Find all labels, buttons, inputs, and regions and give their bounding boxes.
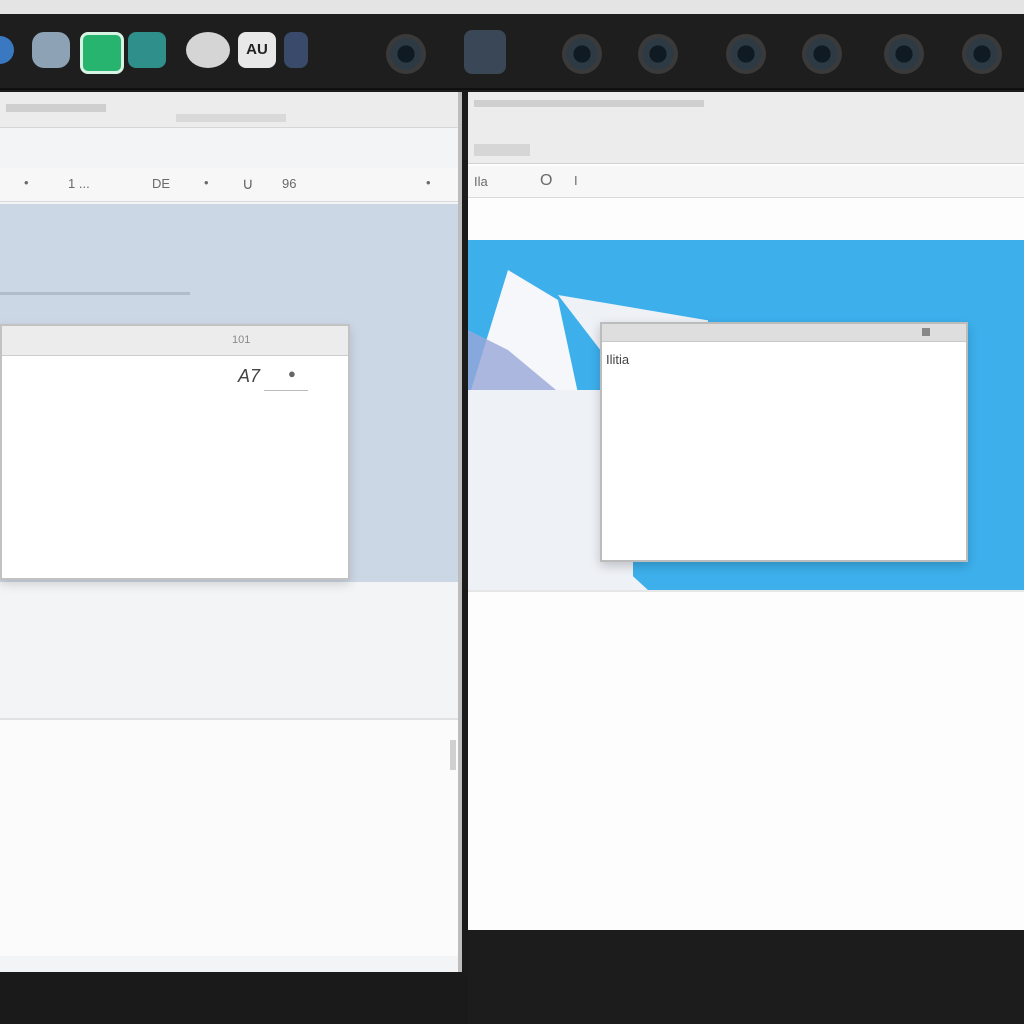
camera-icon[interactable] <box>884 34 924 74</box>
left-tab-title[interactable] <box>6 104 106 112</box>
scrollbar[interactable] <box>450 740 456 770</box>
right-window: Ila O I Ilitia <box>468 92 1024 932</box>
search-icon[interactable]: O <box>540 172 552 190</box>
disk-icon[interactable] <box>186 32 230 68</box>
toolbar-item-4[interactable]: 96 <box>282 176 296 191</box>
right-window-titlebar <box>468 92 1024 164</box>
camera-icon[interactable] <box>962 34 1002 74</box>
toolbar-item-1[interactable]: 1 ... <box>68 176 90 191</box>
photos-icon[interactable] <box>128 32 166 68</box>
right-bottom-bar <box>468 930 1024 1024</box>
left-lower-pane <box>0 718 458 956</box>
left-dialog-titlebar: 101 <box>2 326 348 356</box>
globe-icon[interactable] <box>0 36 14 64</box>
left-bottom-bar <box>0 972 468 1024</box>
camera-icon[interactable] <box>638 34 678 74</box>
dialog-glyph: A7 <box>238 366 261 386</box>
camera-icon[interactable] <box>562 34 602 74</box>
right-toolbar-item-3[interactable]: I <box>574 173 578 188</box>
pin-icon[interactable]: ● <box>288 366 296 381</box>
chat-icon[interactable] <box>80 32 124 74</box>
notes-icon[interactable]: AU <box>238 32 276 68</box>
toolbar-item-2[interactable]: DE <box>152 176 170 191</box>
menu-bar <box>0 0 1024 14</box>
camera-icon[interactable] <box>802 34 842 74</box>
right-toolbar-item-1[interactable]: Ila <box>474 174 488 189</box>
camera-icon[interactable] <box>726 34 766 74</box>
notes-icon-glyph: AU <box>246 41 268 58</box>
terminal-icon[interactable] <box>284 32 308 68</box>
dialog-label: 101 <box>232 334 251 346</box>
status-line <box>0 292 190 295</box>
left-dialog: 101 A7 ● <box>0 324 350 580</box>
dialog-divider <box>264 390 308 391</box>
tools-icon[interactable] <box>464 30 506 74</box>
left-toolbar: • 1 ... DE • ∪ 96 • <box>0 168 458 202</box>
right-address-bar[interactable] <box>474 144 530 156</box>
toolbar-dot-icon[interactable]: • <box>426 175 431 190</box>
dialog-text: Ilitia <box>606 352 630 367</box>
left-window: • 1 ... DE • ∪ 96 • 101 A7 ● <box>0 92 462 972</box>
right-tab-title[interactable] <box>474 100 704 107</box>
right-toolbar: Ila O I <box>468 166 1024 198</box>
shield-icon[interactable] <box>32 32 70 68</box>
toolbar-undo-icon[interactable]: ∪ <box>242 174 254 194</box>
left-window-titlebar <box>0 92 458 128</box>
close-icon[interactable] <box>922 328 930 336</box>
left-address-bar[interactable] <box>176 114 286 122</box>
dock: AU <box>0 14 1024 90</box>
camera-icon[interactable] <box>386 34 426 74</box>
toolbar-dot-icon[interactable]: • <box>24 175 29 190</box>
right-dialog-titlebar <box>602 324 966 342</box>
toolbar-dot-icon[interactable]: • <box>204 175 209 190</box>
right-dialog: Ilitia <box>600 322 968 562</box>
right-content-pane <box>468 590 1024 930</box>
